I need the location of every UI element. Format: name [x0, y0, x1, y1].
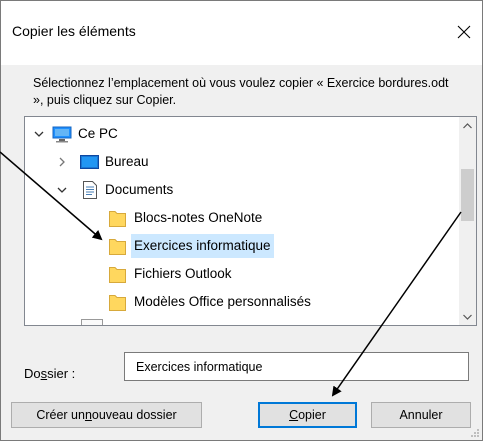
folder-name-input[interactable]	[124, 352, 469, 381]
partial-item-icon	[81, 319, 103, 325]
tree-item-label: Modèles Office personnalisés	[134, 294, 311, 309]
resize-grip-icon[interactable]	[470, 428, 480, 438]
folder-icon	[109, 210, 126, 230]
chevron-up-icon	[463, 122, 472, 128]
close-button[interactable]	[447, 15, 481, 49]
tree-item-label: Blocs-notes OneNote	[134, 210, 263, 225]
folder-label: Dossier :	[24, 366, 76, 381]
tree-item-documents[interactable]: Documents	[25, 177, 451, 203]
tree-item-exercices-informatique[interactable]: Exercices informatique	[25, 233, 451, 259]
tree-item-blocs-notes-onenote[interactable]: Blocs-notes OneNote	[25, 205, 451, 231]
scroll-down-button[interactable]	[459, 308, 476, 325]
tree-item-fichiers-outlook[interactable]: Fichiers Outlook	[25, 261, 451, 287]
copy-items-dialog: Copier les éléments Sélectionnez l’empla…	[0, 0, 483, 441]
folder-icon	[109, 294, 126, 314]
new-folder-button[interactable]: Créer un n ouveau dossier	[11, 402, 202, 428]
documents-icon	[83, 181, 97, 202]
tree-item-modeles-office[interactable]: Modèles Office personnalisés	[25, 289, 451, 315]
cancel-button[interactable]: Annuler	[371, 402, 471, 428]
close-icon	[457, 25, 471, 39]
instruction-text: Sélectionnez l’emplacement où vous voule…	[33, 76, 449, 107]
copy-button[interactable]: Copier	[258, 402, 357, 428]
vertical-scrollbar[interactable]	[459, 117, 476, 325]
scrollbar-thumb[interactable]	[461, 169, 474, 221]
scroll-up-button[interactable]	[459, 117, 476, 134]
computer-icon	[52, 126, 72, 146]
folder-icon	[109, 266, 126, 286]
desktop-icon	[80, 155, 99, 172]
folder-tree[interactable]: Ce PC Bureau Documents Blocs-notes OneNo…	[24, 116, 477, 326]
chevron-down-icon	[463, 314, 472, 320]
chevron-down-icon[interactable]	[55, 183, 69, 197]
dialog-title: Copier les éléments	[12, 23, 136, 39]
chevron-right-icon[interactable]	[55, 155, 69, 169]
folder-icon	[109, 238, 126, 258]
title-bar: Copier les éléments	[1, 1, 482, 65]
tree-item-label: Exercices informatique	[131, 234, 274, 258]
tree-item-label: Bureau	[105, 154, 149, 169]
tree-item-label: Ce PC	[78, 126, 118, 141]
tree-item-label: Fichiers Outlook	[134, 266, 232, 281]
tree-item-ce-pc[interactable]: Ce PC	[25, 121, 451, 147]
tree-item-bureau[interactable]: Bureau	[25, 149, 451, 175]
tree-item-label: Documents	[105, 182, 174, 197]
chevron-down-icon[interactable]	[32, 127, 46, 141]
